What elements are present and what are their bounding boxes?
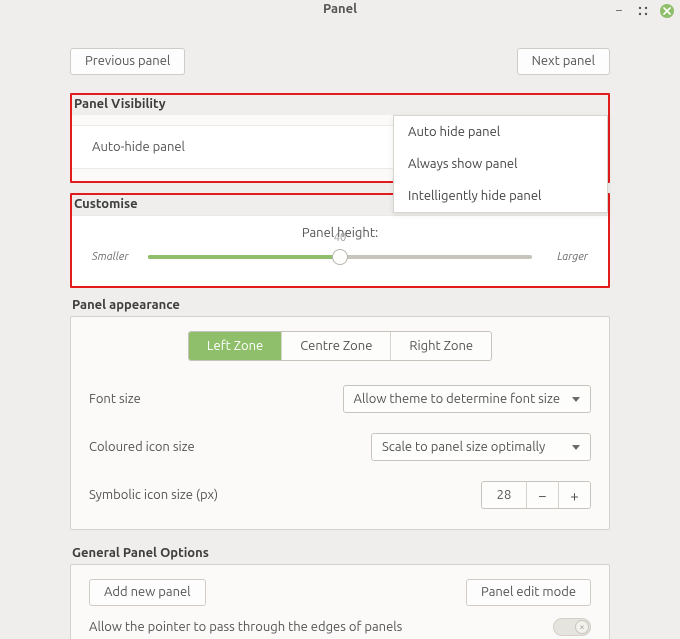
coloured-icon-row: Coloured icon size Scale to panel size o… (89, 423, 591, 471)
section-heading-appearance: Panel appearance (72, 298, 610, 312)
visibility-option-always-show[interactable]: Always show panel (394, 148, 607, 180)
symbolic-icon-value[interactable] (482, 482, 526, 508)
stepper-minus-button[interactable]: − (526, 482, 558, 508)
visibility-dropdown: Auto hide panel Always show panel Intell… (393, 115, 608, 213)
visibility-option-intelligent[interactable]: Intelligently hide panel (394, 180, 607, 212)
zone-centre-button[interactable]: Centre Zone (282, 332, 391, 360)
close-button[interactable] (660, 4, 674, 18)
stepper-plus-button[interactable]: + (558, 482, 590, 508)
slider-smaller-label: Smaller (92, 251, 138, 263)
next-panel-button[interactable]: Next panel (517, 48, 610, 75)
passthrough-row: Allow the pointer to pass through the ed… (89, 618, 591, 636)
zone-segmented-control: Left Zone Centre Zone Right Zone (188, 331, 492, 361)
visibility-option-auto-hide[interactable]: Auto hide panel (394, 116, 607, 148)
general-buttons-row: Add new panel Panel edit mode (89, 579, 591, 606)
slider-track-fill (148, 255, 340, 259)
chevron-down-icon (572, 397, 580, 402)
font-size-row: Font size Allow theme to determine font … (89, 375, 591, 423)
zone-segmented: Left Zone Centre Zone Right Zone (89, 331, 591, 361)
zone-right-button[interactable]: Right Zone (391, 332, 491, 360)
coloured-icon-select[interactable]: Scale to panel size optimally (371, 433, 591, 461)
content: Previous panel Next panel Panel Visibili… (0, 28, 680, 639)
slider-larger-label: Larger (542, 251, 588, 263)
font-size-value: Allow theme to determine font size (354, 392, 560, 406)
passthrough-switch[interactable]: × (553, 618, 591, 636)
passthrough-label: Allow the pointer to pass through the ed… (89, 620, 402, 634)
font-size-label: Font size (89, 392, 141, 406)
panel-height-row: Panel height: Smaller 40 Larger (72, 215, 608, 286)
panel-edit-mode-button[interactable]: Panel edit mode (466, 579, 591, 606)
symbolic-icon-stepper: − + (481, 481, 591, 509)
chevron-down-icon (572, 445, 580, 450)
visibility-panel: Auto-hide panel Auto hide panel Always s… (72, 115, 608, 181)
window-buttons: – (612, 4, 674, 18)
panel-visibility-section: Panel Visibility Auto-hide panel Auto hi… (70, 93, 610, 183)
appearance-panel: Left Zone Centre Zone Right Zone Font si… (70, 316, 610, 530)
coloured-icon-label: Coloured icon size (89, 440, 195, 454)
slider-thumb[interactable] (332, 249, 348, 265)
section-heading-visibility: Panel Visibility (72, 95, 608, 115)
minimize-button[interactable]: – (612, 4, 626, 18)
customise-panel: Panel height: Smaller 40 Larger (72, 215, 608, 286)
titlebar: Panel – (0, 0, 680, 28)
auto-hide-label: Auto-hide panel (92, 140, 185, 154)
maximize-button[interactable] (636, 4, 650, 18)
panel-height-slider: Smaller 40 Larger (92, 246, 588, 268)
slider-track[interactable]: 40 (148, 246, 532, 268)
add-new-panel-button[interactable]: Add new panel (89, 579, 206, 606)
zone-left-button[interactable]: Left Zone (189, 332, 282, 360)
coloured-icon-value: Scale to panel size optimally (382, 440, 545, 454)
font-size-select[interactable]: Allow theme to determine font size (343, 385, 591, 413)
symbolic-icon-label: Symbolic icon size (px) (89, 488, 218, 502)
section-heading-general: General Panel Options (72, 546, 610, 560)
switch-knob: × (575, 620, 589, 634)
general-section: General Panel Options Add new panel Pane… (70, 546, 610, 639)
window-title: Panel (0, 2, 680, 16)
panel-appearance-section: Panel appearance Left Zone Centre Zone R… (70, 298, 610, 530)
slider-value: 40 (334, 232, 346, 244)
panel-nav: Previous panel Next panel (70, 48, 610, 75)
general-panel: Add new panel Panel edit mode Allow the … (70, 564, 610, 639)
previous-panel-button[interactable]: Previous panel (70, 48, 185, 75)
symbolic-icon-row: Symbolic icon size (px) − + (89, 471, 591, 519)
